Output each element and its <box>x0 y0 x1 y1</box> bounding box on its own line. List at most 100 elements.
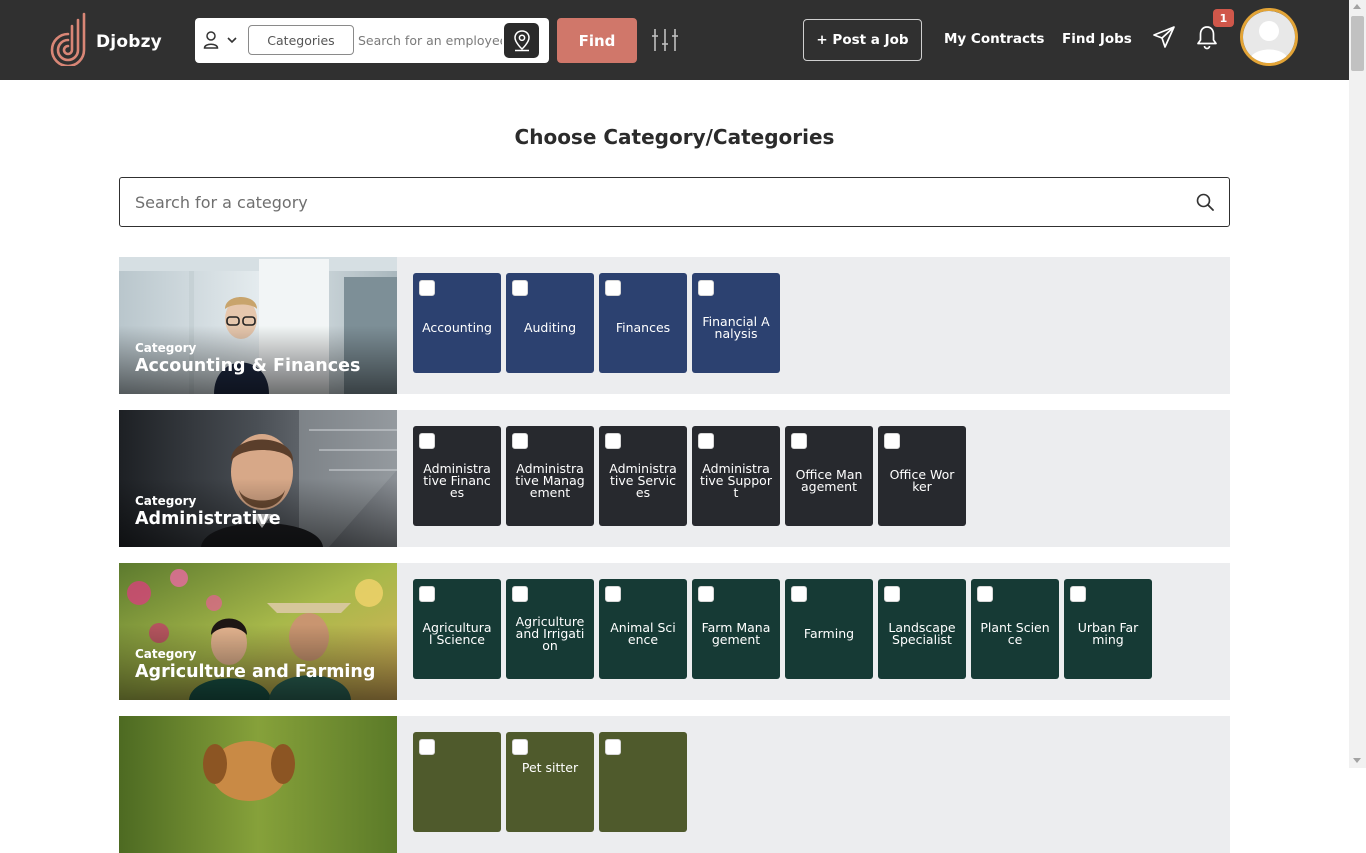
scroll-thumb[interactable] <box>1351 16 1364 71</box>
checkbox[interactable] <box>791 433 807 449</box>
subcategory-tile[interactable] <box>599 732 687 832</box>
category-label: Category <box>135 647 197 661</box>
user-icon <box>203 31 219 49</box>
category-row-pets: Pet sitter <box>119 716 1230 853</box>
user-type-dropdown[interactable] <box>203 30 243 52</box>
category-search-box <box>119 177 1230 227</box>
subcategory-tile-farming[interactable]: Farming <box>785 579 873 679</box>
subcategory-tile-farm-management[interactable]: Farm Management <box>692 579 780 679</box>
checkbox[interactable] <box>512 433 528 449</box>
subcategory-tile-accounting[interactable]: Accounting <box>413 273 501 373</box>
category-image: Category Agriculture and Farming <box>119 563 397 700</box>
avatar-icon <box>1243 11 1295 63</box>
checkbox[interactable] <box>419 586 435 602</box>
subcategory-tile-finances[interactable]: Finances <box>599 273 687 373</box>
checkbox[interactable] <box>512 280 528 296</box>
subcategory-list: Agricultural Science Agriculture and Irr… <box>413 579 1152 679</box>
scroll-up-arrow[interactable] <box>1353 4 1361 9</box>
subcategory-tile-administrative-support[interactable]: Administrative Support <box>692 426 780 526</box>
checkbox[interactable] <box>977 586 993 602</box>
subcategory-label: Administrative Support <box>700 461 772 500</box>
checkbox[interactable] <box>419 280 435 296</box>
checkbox[interactable] <box>698 586 714 602</box>
checkbox[interactable] <box>1070 586 1086 602</box>
category-row-administrative: Category Administrative Administrative F… <box>119 410 1230 547</box>
search-icon[interactable] <box>1196 193 1214 211</box>
subcategory-label: Animal Science <box>610 620 676 647</box>
subcategory-tile-animal-science[interactable]: Animal Science <box>599 579 687 679</box>
checkbox[interactable] <box>419 739 435 755</box>
checkbox[interactable] <box>605 280 621 296</box>
checkbox[interactable] <box>512 739 528 755</box>
subcategory-tile-landscape-specialist[interactable]: Landscape Specialist <box>878 579 966 679</box>
subcategory-tile[interactable] <box>413 732 501 832</box>
subcategory-tile-administrative-management[interactable]: Administrative Management <box>506 426 594 526</box>
subcategory-label: Agriculture and Irrigation <box>515 614 585 653</box>
subcategory-label: Plant Science <box>980 620 1050 647</box>
subcategory-label: Office Management <box>795 467 863 494</box>
notification-badge: 1 <box>1213 9 1234 27</box>
employee-search-bar: Categories <box>195 18 549 63</box>
chevron-down-icon <box>227 37 237 44</box>
subcategory-tile-agricultural-science[interactable]: Agricultural Science <box>413 579 501 679</box>
employee-search-input[interactable] <box>358 26 502 54</box>
send-icon[interactable] <box>1152 25 1176 49</box>
category-row-agriculture: Category Agriculture and Farming Agricul… <box>119 563 1230 700</box>
find-jobs-link[interactable]: Find Jobs <box>1062 31 1132 47</box>
my-contracts-link[interactable]: My Contracts <box>944 31 1044 47</box>
checkbox[interactable] <box>884 433 900 449</box>
filter-sliders-icon[interactable] <box>651 28 679 52</box>
category-name: Administrative <box>135 509 281 529</box>
subcategory-tile-urban-farming[interactable]: Urban Farming <box>1064 579 1152 679</box>
category-label: Category <box>135 341 197 355</box>
checkbox[interactable] <box>512 586 528 602</box>
brand-logo[interactable]: Djobzy <box>50 10 162 66</box>
category-row-accounting: Category Accounting & Finances Accountin… <box>119 257 1230 394</box>
subcategory-label: Accounting <box>422 320 492 335</box>
subcategory-label: Administrative Services <box>609 461 677 500</box>
subcategory-label: Farming <box>803 626 855 641</box>
category-image: Category Accounting & Finances <box>119 257 397 394</box>
category-image <box>119 716 397 853</box>
checkbox[interactable] <box>419 433 435 449</box>
subcategory-tile-pet-sitter[interactable]: Pet sitter <box>506 732 594 832</box>
page-title: Choose Category/Categories <box>514 125 835 149</box>
location-pin-icon <box>513 29 530 51</box>
subcategory-label: Pet sitter <box>521 760 579 775</box>
subcategory-label: Administrative Management <box>515 461 585 500</box>
subcategory-tile-auditing[interactable]: Auditing <box>506 273 594 373</box>
vertical-scrollbar[interactable] <box>1349 0 1366 768</box>
subcategory-tile-plant-science[interactable]: Plant Science <box>971 579 1059 679</box>
subcategory-list: Accounting Auditing Finances Financial A… <box>413 273 780 373</box>
subcategory-tile-office-management[interactable]: Office Management <box>785 426 873 526</box>
category-name: Agriculture and Farming <box>135 662 376 682</box>
checkbox[interactable] <box>791 586 807 602</box>
subcategory-label: Administrative Finances <box>423 461 491 500</box>
subcategory-tile-office-worker[interactable]: Office Worker <box>878 426 966 526</box>
checkbox[interactable] <box>698 280 714 296</box>
checkbox[interactable] <box>605 586 621 602</box>
category-search-input[interactable] <box>135 188 1175 216</box>
subcategory-tile-financial-analysis[interactable]: Financial Analysis <box>692 273 780 373</box>
subcategory-list: Administrative Finances Administrative M… <box>413 426 966 526</box>
category-name: Accounting & Finances <box>135 356 361 376</box>
subcategory-label: Agricultural Science <box>422 620 492 647</box>
brand-name: Djobzy <box>96 32 162 52</box>
user-avatar[interactable] <box>1240 8 1298 66</box>
location-button[interactable] <box>504 23 539 58</box>
post-job-button[interactable]: + Post a Job <box>803 19 922 61</box>
checkbox[interactable] <box>884 586 900 602</box>
subcategory-tile-administrative-services[interactable]: Administrative Services <box>599 426 687 526</box>
categories-selector[interactable]: Categories <box>248 25 354 55</box>
subcategory-tile-administrative-finances[interactable]: Administrative Finances <box>413 426 501 526</box>
logo-icon <box>50 12 86 66</box>
bell-icon[interactable] <box>1196 24 1218 50</box>
scroll-down-arrow[interactable] <box>1353 758 1361 763</box>
checkbox[interactable] <box>605 433 621 449</box>
checkbox[interactable] <box>605 739 621 755</box>
subcategory-tile-agriculture-irrigation[interactable]: Agriculture and Irrigation <box>506 579 594 679</box>
top-navbar: Djobzy Categories Find + Pos <box>0 0 1349 80</box>
subcategory-label: Urban Farming <box>1077 620 1139 647</box>
checkbox[interactable] <box>698 433 714 449</box>
find-button[interactable]: Find <box>557 18 637 63</box>
